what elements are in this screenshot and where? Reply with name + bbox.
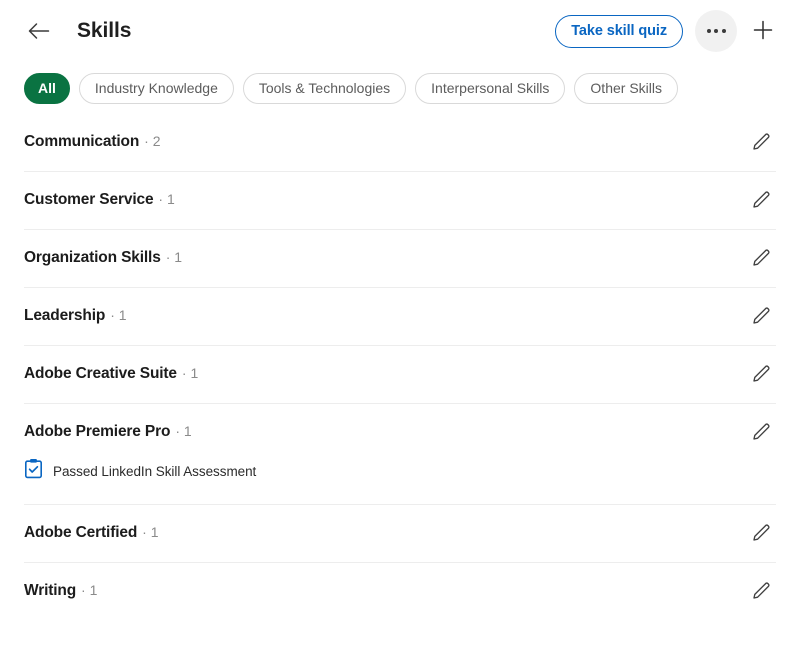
skill-heading: Adobe Certified · 1 <box>24 524 776 542</box>
pencil-icon <box>751 248 771 271</box>
edit-skill-button[interactable] <box>746 186 776 216</box>
skill-name: Adobe Premiere Pro <box>24 423 171 440</box>
more-options-button[interactable] <box>695 10 737 52</box>
filter-chip-interpersonal-skills[interactable]: Interpersonal Skills <box>415 72 566 104</box>
skill-assessment-badge: Passed LinkedIn Skill Assessment <box>24 458 776 484</box>
pencil-icon <box>751 422 771 445</box>
pencil-icon <box>751 306 771 329</box>
skill-name: Leadership <box>24 307 106 324</box>
skill-endorsement-count: · 1 <box>142 524 159 540</box>
pencil-icon <box>751 581 771 604</box>
skill-endorsement-count: · 1 <box>158 191 175 207</box>
skill-heading: Organization Skills · 1 <box>24 249 776 267</box>
page-title: Skills <box>77 19 132 42</box>
skill-name: Organization Skills <box>24 249 161 266</box>
pencil-icon <box>751 190 771 213</box>
skill-name: Communication <box>24 133 140 150</box>
skill-name: Writing <box>24 582 77 599</box>
skill-row[interactable]: Adobe Premiere Pro · 1 Passed LinkedIn Ski… <box>24 404 776 505</box>
skill-heading: Writing · 1 <box>24 582 776 600</box>
skill-endorsement-count: · 1 <box>81 582 98 598</box>
edit-skill-button[interactable] <box>746 418 776 448</box>
filter-chip-industry-knowledge[interactable]: Industry Knowledge <box>78 72 234 104</box>
filter-chip-all[interactable]: All <box>24 72 70 104</box>
edit-skill-button[interactable] <box>746 577 776 607</box>
skills-page: Skills Take skill quiz All Industry Knowl… <box>0 0 800 651</box>
ellipsis-icon <box>714 29 718 33</box>
skill-row[interactable]: Leadership · 1 <box>24 288 776 346</box>
edit-skill-button[interactable] <box>746 519 776 549</box>
skill-row[interactable]: Adobe Certified · 1 <box>24 505 776 563</box>
arrow-left-icon <box>28 22 50 40</box>
clipboard-check-icon <box>24 458 43 484</box>
skill-heading: Leadership · 1 <box>24 307 776 325</box>
skill-name: Adobe Certified <box>24 524 138 541</box>
edit-skill-button[interactable] <box>746 128 776 158</box>
add-skill-button[interactable] <box>744 12 782 50</box>
filter-chip-tools-technologies[interactable]: Tools & Technologies <box>242 72 407 104</box>
pencil-icon <box>751 523 771 546</box>
skill-heading: Adobe Creative Suite · 1 <box>24 365 776 383</box>
skill-row[interactable]: Adobe Creative Suite · 1 <box>24 346 776 404</box>
page-header: Skills Take skill quiz <box>0 0 800 62</box>
skill-assessment-label: Passed LinkedIn Skill Assessment <box>53 463 257 479</box>
skill-endorsement-count: · 2 <box>144 133 161 149</box>
skill-name: Adobe Creative Suite <box>24 365 177 382</box>
edit-skill-button[interactable] <box>746 302 776 332</box>
skill-name: Customer Service <box>24 191 154 208</box>
skill-row[interactable]: Organization Skills · 1 <box>24 230 776 288</box>
skill-list: Communication · 2 Customer Service · 1 Organ… <box>0 114 800 620</box>
plus-icon <box>751 18 775 45</box>
skill-heading: Adobe Premiere Pro · 1 <box>24 423 776 441</box>
edit-skill-button[interactable] <box>746 244 776 274</box>
skill-endorsement-count: · 1 <box>165 249 183 265</box>
edit-skill-button[interactable] <box>746 360 776 390</box>
skill-endorsement-count: · 1 <box>175 423 192 439</box>
pencil-icon <box>751 364 771 387</box>
skill-row[interactable]: Writing · 1 <box>24 563 776 620</box>
ellipsis-icon <box>706 29 711 33</box>
skill-endorsement-count: · 1 <box>110 307 127 323</box>
take-skill-quiz-button[interactable]: Take skill quiz <box>555 14 683 48</box>
skill-heading: Communication · 2 <box>24 133 776 151</box>
skill-heading: Customer Service · 1 <box>24 191 776 209</box>
pencil-icon <box>751 132 771 155</box>
skill-endorsement-count: · 1 <box>181 365 199 381</box>
back-button[interactable] <box>22 14 56 48</box>
ellipsis-icon <box>721 29 726 33</box>
filter-chip-other-skills[interactable]: Other Skills <box>574 72 678 104</box>
skill-row[interactable]: Customer Service · 1 <box>24 172 776 230</box>
skill-row[interactable]: Communication · 2 <box>24 114 776 172</box>
filter-chip-bar: All Industry Knowledge Tools & Technologie… <box>0 62 800 114</box>
